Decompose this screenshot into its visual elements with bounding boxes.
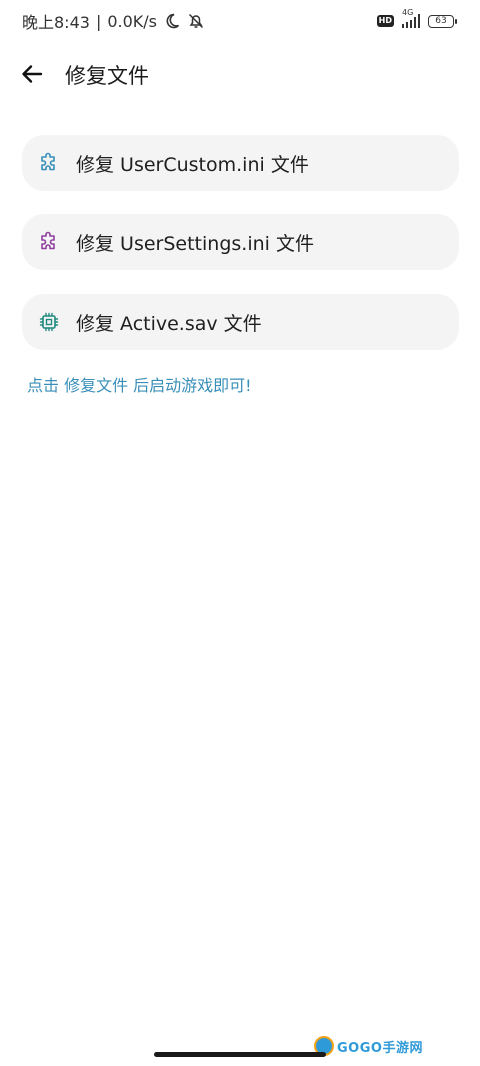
bell-off-icon [187, 12, 205, 30]
puzzle-icon [38, 231, 60, 253]
home-indicator[interactable] [154, 1052, 326, 1057]
fix-usersettings-button[interactable]: 修复 UserSettings.ini 文件 [22, 214, 459, 270]
status-bar: 晚上8:43 | 0.0K/s HD 4G 63 [0, 0, 480, 42]
moon-icon [163, 12, 181, 30]
card-label: 修复 UserCustom.ini 文件 [76, 153, 309, 176]
hint-text: 点击 修复文件 后启动游戏即可! [27, 376, 252, 395]
net-speed: 0.0K/s [107, 11, 157, 31]
chip-icon [38, 311, 60, 333]
status-separator: | [95, 11, 102, 31]
watermark-text: GOGO手游网 [337, 1040, 423, 1056]
page-title: 修复文件 [65, 64, 149, 88]
fix-usercustom-button[interactable]: 修复 UserCustom.ini 文件 [22, 135, 459, 191]
status-left: 晚上8:43 | 0.0K/s [22, 9, 205, 33]
network-label: 4G [402, 8, 414, 17]
arrow-left-icon [20, 62, 44, 90]
card-label: 修复 Active.sav 文件 [76, 312, 262, 335]
card-label: 修复 UserSettings.ini 文件 [76, 232, 314, 255]
puzzle-icon [38, 152, 60, 174]
app-header: 修复文件 [0, 52, 480, 100]
status-right: HD 4G 63 [376, 8, 457, 28]
watermark-logo: GOGO手游网 [314, 1034, 423, 1058]
battery-icon: 63 [428, 14, 457, 28]
back-button[interactable] [18, 62, 46, 90]
fix-active-sav-button[interactable]: 修复 Active.sav 文件 [22, 294, 459, 350]
hd-badge: HD [376, 15, 394, 27]
time-text: 晚上8:43 [22, 13, 90, 32]
battery-level: 63 [435, 16, 447, 26]
signal-icon: 4G [402, 8, 420, 28]
